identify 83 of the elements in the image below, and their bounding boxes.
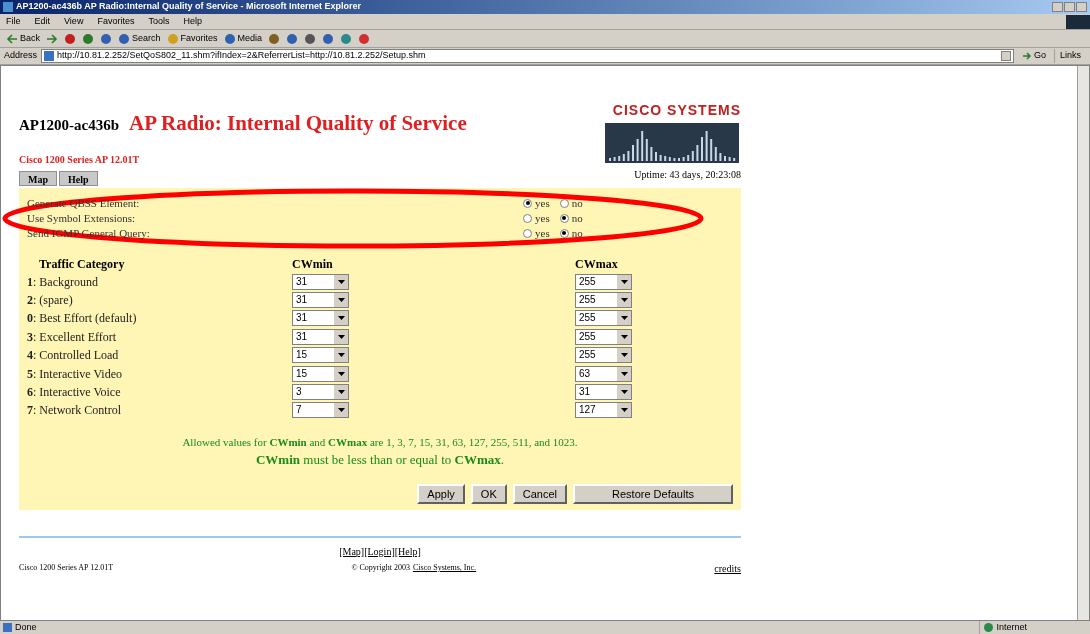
toolbar-button[interactable]: Back: [6, 31, 40, 46]
form-button[interactable]: Apply: [417, 483, 465, 504]
nav-button[interactable]: Help: [59, 170, 98, 186]
radio-button[interactable]: [559, 228, 569, 238]
cwmin-select[interactable]: 15: [292, 365, 349, 382]
close-button[interactable]: [1076, 2, 1087, 12]
cwmax-select[interactable]: 127: [575, 402, 632, 419]
cwmax-select[interactable]: 255: [575, 328, 632, 345]
radio-label: yes: [535, 210, 550, 226]
radio-button[interactable]: [559, 213, 569, 223]
category-label: 6: Interactive Voice: [27, 384, 122, 402]
cwmax-select[interactable]: 31: [575, 384, 632, 401]
status-text: Done: [15, 620, 38, 634]
nav-button[interactable]: Map: [19, 170, 57, 186]
column-header: Traffic Category: [38, 255, 126, 273]
toolbar-button[interactable]: Search: [118, 31, 161, 46]
minimize-button[interactable]: [1052, 2, 1063, 12]
help-note: Allowed values for CWmin and CWmax are 1, 3, 7, 15, 31, 63, 127, 255, 511, and 1023.: [182, 434, 578, 450]
address-label: Address: [4, 49, 38, 63]
back-icon: [6, 32, 18, 45]
radio-button[interactable]: [523, 228, 532, 238]
links-button[interactable]: Links: [1054, 49, 1086, 63]
radio-button[interactable]: [523, 198, 532, 208]
cwmax-select[interactable]: 255: [575, 347, 632, 364]
scrollbar[interactable]: [1077, 66, 1089, 620]
radio-label: yes: [535, 195, 550, 211]
cwmin-select[interactable]: 3: [292, 384, 349, 401]
device-name: AP1200-ac436b: [19, 116, 119, 135]
arrow-icon: [1021, 51, 1032, 61]
page-title: AP Radio: Internal Quality of Service: [129, 110, 467, 137]
column-header: CWmin: [292, 255, 334, 273]
toolbar-button[interactable]: [46, 32, 58, 45]
cwmax-select[interactable]: 255: [575, 273, 632, 290]
category-label: 1: Background: [27, 273, 99, 291]
toolbar-button[interactable]: Favorites: [166, 31, 218, 46]
category-label: 0: Best Effort (default): [27, 310, 138, 328]
category-label: 3: Excellent Effort: [27, 328, 118, 346]
menu-item[interactable]: Help: [183, 14, 202, 29]
radio-button[interactable]: [559, 198, 569, 208]
footer-links[interactable]: [Map][Login][Help]: [339, 543, 421, 559]
uptime-text: Uptime: 43 days, 20:23:08: [634, 168, 741, 182]
zone-text: Internet: [996, 620, 1027, 634]
column-header: CWmax: [575, 255, 619, 273]
go-button[interactable]: Go: [1017, 49, 1050, 63]
menu-item[interactable]: Favorites: [97, 14, 135, 29]
cwmin-select[interactable]: 31: [292, 328, 349, 345]
logo-text: CISCO SYSTEMS: [612, 101, 741, 120]
company-link[interactable]: Cisco Systems, Inc.: [412, 562, 477, 575]
cwmax-select[interactable]: 255: [575, 292, 632, 309]
radio-button[interactable]: [523, 213, 532, 223]
cwmin-select[interactable]: 31: [292, 310, 349, 327]
cwmax-select[interactable]: 255: [575, 310, 632, 327]
address-field[interactable]: http://10.81.2.252/SetQoS802_11.shm?ifIndex=2&ReferrerList=http://10.81.2.252/Setup.shm: [41, 49, 1014, 63]
help-note: CWmin must be less than or equal to CWmax.: [255, 451, 505, 470]
copyright-text: © Copyright 2003: [351, 562, 410, 575]
cwmin-select[interactable]: 31: [292, 292, 349, 309]
cwmin-select[interactable]: 7: [292, 402, 349, 419]
forward-icon: [46, 32, 58, 45]
category-label: 5: Interactive Video: [27, 365, 124, 383]
credits-link[interactable]: credits: [714, 560, 741, 576]
cwmin-select[interactable]: 15: [292, 347, 349, 364]
menu-item[interactable]: View: [64, 14, 84, 29]
model-subtitle: Cisco 1200 Series AP 12.01T: [19, 152, 141, 167]
form-button[interactable]: Cancel: [512, 483, 567, 504]
form-button[interactable]: Restore Defaults: [573, 483, 733, 504]
toolbar-button[interactable]: Media: [223, 31, 263, 46]
footer-model: Cisco 1200 Series AP 12.01T: [19, 562, 114, 575]
menu-item[interactable]: Tools: [148, 14, 170, 29]
category-label: 2: (spare): [27, 292, 74, 310]
maximize-button[interactable]: [1064, 2, 1075, 12]
radio-label: no: [571, 225, 583, 241]
category-label: 7: Network Control: [27, 402, 122, 420]
cwmax-select[interactable]: 63: [575, 365, 632, 382]
category-label: 4: Controlled Load: [27, 347, 120, 365]
window-title: AP1200-ac436b AP Radio:Internal Quality of Service - Microsoft Internet Explorer: [16, 0, 363, 14]
setting-label: Use Symbol Extensions:: [27, 210, 137, 226]
radio-label: no: [571, 210, 583, 226]
menu-item[interactable]: Edit: [34, 14, 51, 29]
menu-item[interactable]: File: [6, 14, 21, 29]
radio-label: yes: [535, 225, 550, 241]
radio-label: no: [571, 195, 583, 211]
cwmin-select[interactable]: 31: [292, 273, 349, 290]
form-button[interactable]: OK: [470, 483, 507, 504]
